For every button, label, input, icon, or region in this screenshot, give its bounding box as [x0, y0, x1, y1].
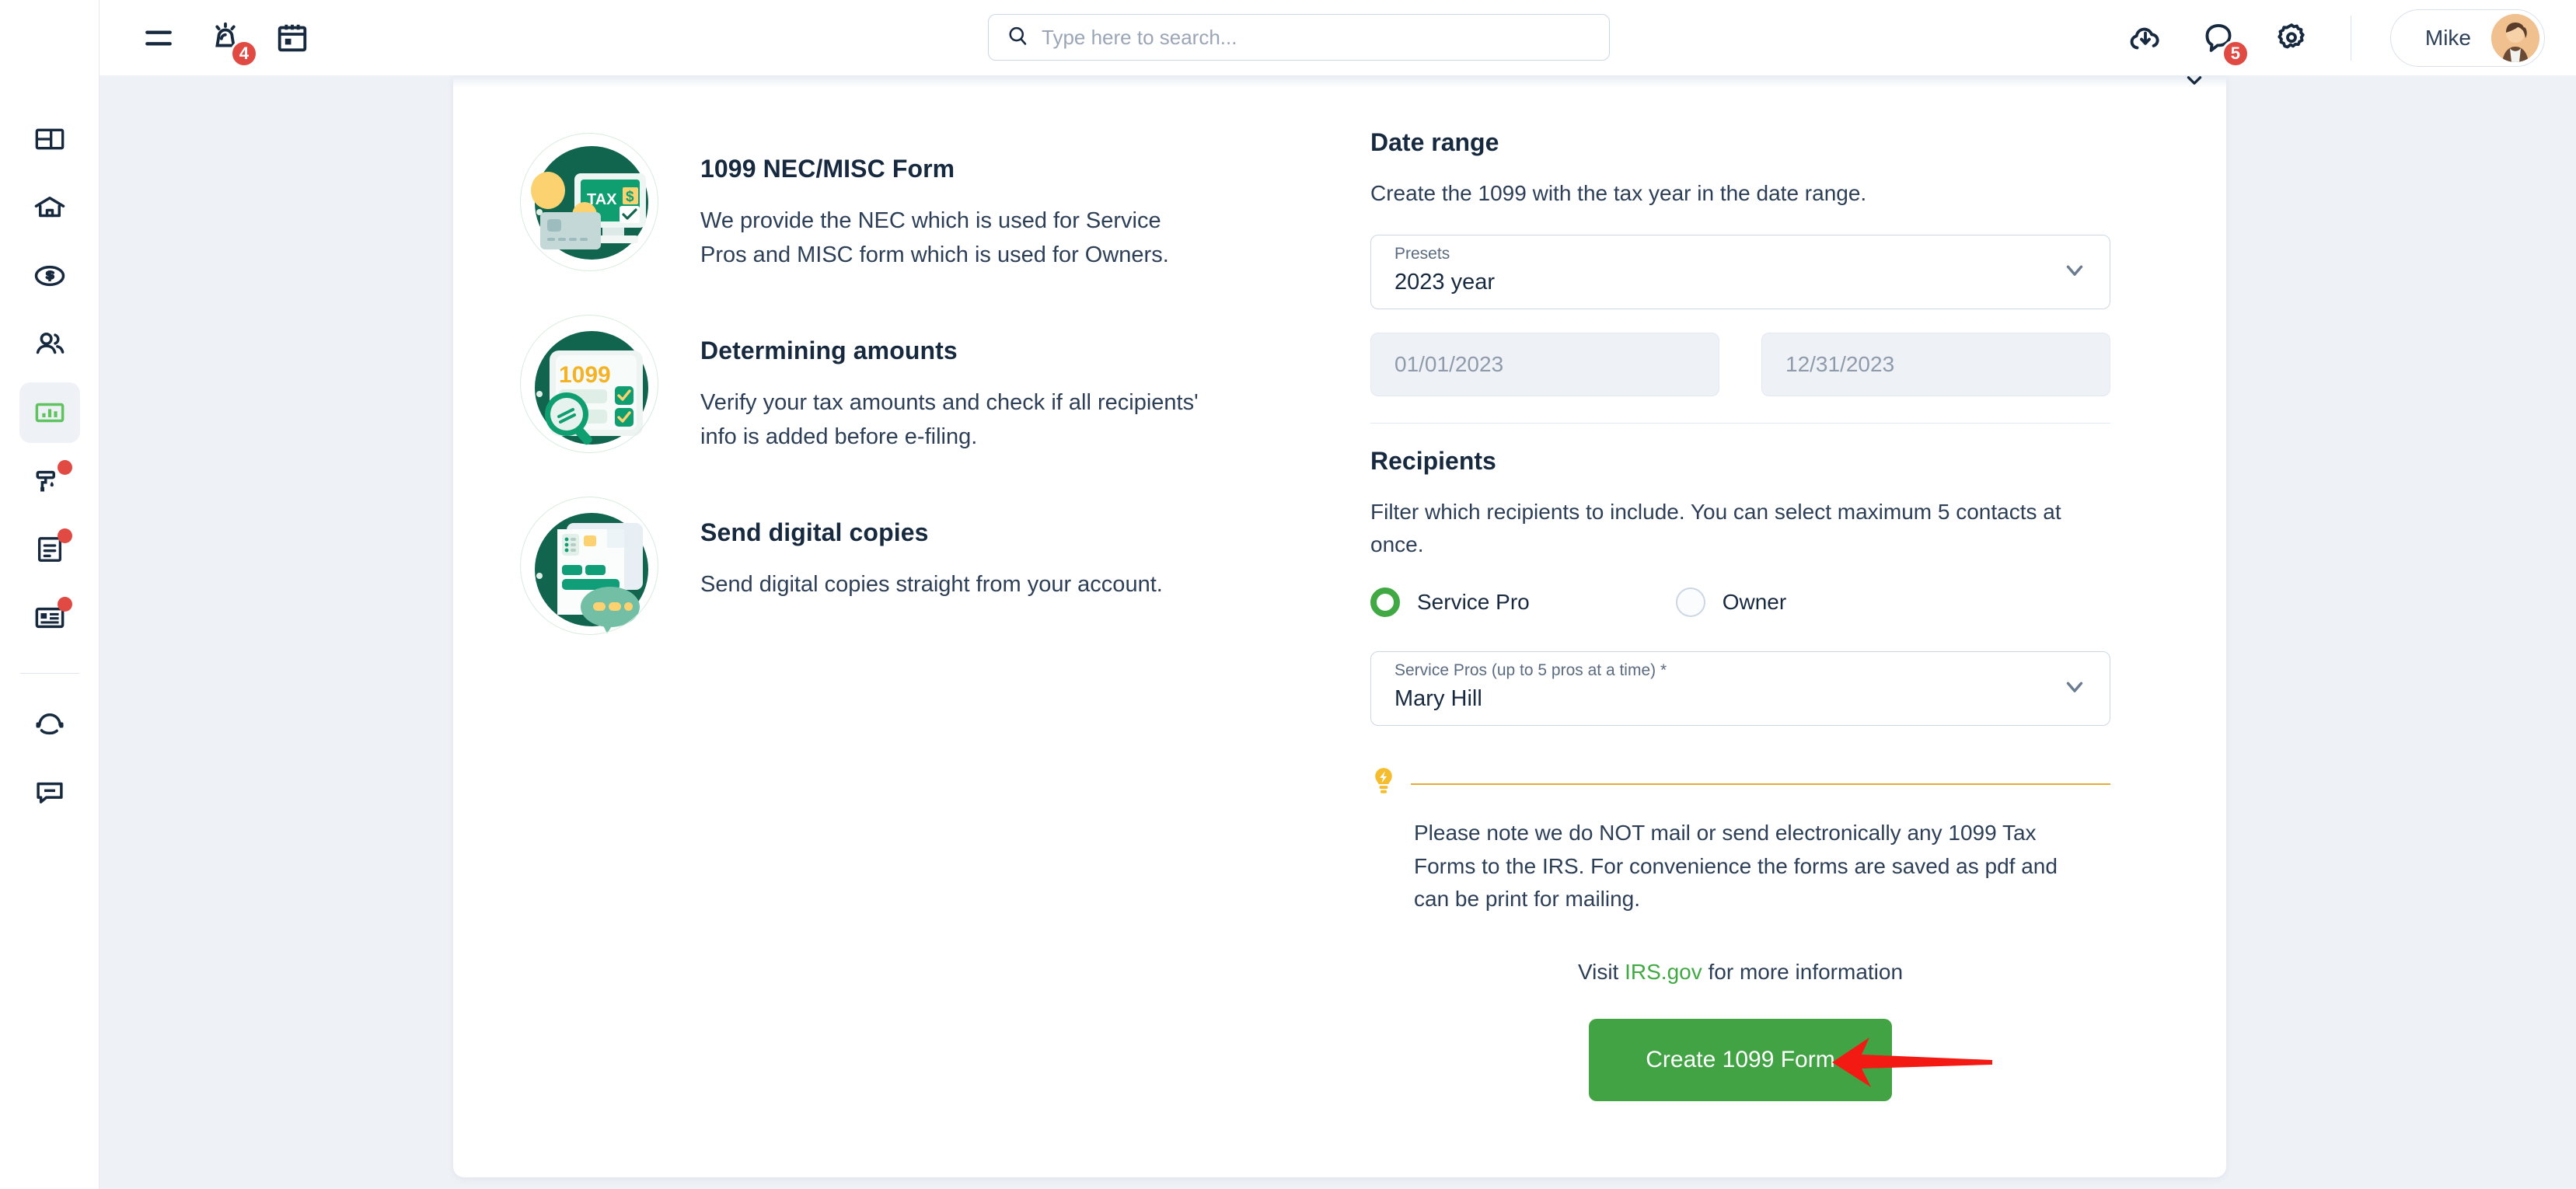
- callout-header: [1370, 766, 2110, 801]
- topbar-right-group: 5 Mike: [2125, 0, 2545, 75]
- radio-indicator-unselected: [1675, 588, 1705, 617]
- recipients-title: Recipients: [1370, 447, 1496, 475]
- alarm-badge-count: 4: [230, 39, 258, 68]
- cloud-download-icon[interactable]: [2125, 18, 2166, 58]
- notification-dot: [57, 597, 72, 612]
- date-inputs-row: 01/01/2023 12/31/2023: [1370, 333, 2148, 396]
- presets-select[interactable]: Presets 2023 year: [1370, 235, 2110, 309]
- radio-service-pro[interactable]: Service Pro: [1370, 588, 1530, 617]
- calendar-icon[interactable]: [272, 18, 312, 58]
- info-callout: Please note we do NOT mail or send elect…: [1370, 766, 2110, 916]
- chat-badge-count: 5: [2221, 39, 2250, 68]
- recipients-section: Recipients Filter which recipients to in…: [1370, 447, 2148, 726]
- avatar: [2491, 13, 2539, 62]
- feature-title: 1099 NEC/MISC Form: [700, 155, 955, 183]
- bar-chart-icon: [33, 396, 66, 429]
- feature-title: Determining amounts: [700, 336, 958, 364]
- feature-item: 1099 Determining amounts Verify your tax…: [515, 310, 1339, 458]
- headset-icon: [33, 708, 66, 741]
- app-root: 4 Type here to search... 5 Mike TAX $ 10…: [0, 0, 2576, 1189]
- card-body: TAX $ 1099 NEC/MISC Form We provide the …: [453, 88, 2226, 1101]
- topbar: 4 Type here to search... 5 Mike: [99, 0, 2576, 75]
- notification-dot: [57, 528, 72, 543]
- search-input[interactable]: [1042, 25, 1561, 50]
- service-pros-select[interactable]: Service Pros (up to 5 pros at a time) * …: [1370, 651, 2110, 726]
- callout-text: Please note we do NOT mail or send elect…: [1414, 821, 2058, 912]
- sidebar-item-documents[interactable]: [19, 519, 80, 580]
- section-divider: [1370, 423, 2110, 424]
- dashboard-layout-icon: [34, 124, 65, 155]
- feature-item: Send digital copies Send digital copies …: [515, 492, 1339, 640]
- message-icon: [33, 776, 66, 809]
- sidebar-item-maintenance[interactable]: [19, 451, 80, 511]
- feature-text: Send digital copies Send digital copies …: [700, 492, 1163, 601]
- topbar-left-group: 4: [99, 18, 312, 68]
- tax-monitor-card-illustration: TAX $: [515, 128, 663, 276]
- sidebar-item-messages[interactable]: [19, 762, 80, 823]
- sidebar-item-accounting[interactable]: [19, 246, 80, 306]
- user-menu[interactable]: Mike: [2389, 9, 2545, 67]
- feature-text: Determining amounts Verify your tax amou…: [700, 310, 1213, 454]
- tax-form-card: TAX $ 1099 NEC/MISC Form We provide the …: [453, 75, 2226, 1177]
- feature-description: Send digital copies straight from your a…: [700, 572, 1163, 597]
- home-icon: [33, 191, 66, 224]
- sidebar-item-reports[interactable]: [19, 382, 80, 443]
- end-date-input[interactable]: 12/31/2023: [1761, 333, 2110, 396]
- user-name: Mike: [2424, 25, 2471, 50]
- radio-label: Owner: [1722, 590, 1787, 614]
- visit-suffix: for more information: [1702, 959, 1904, 984]
- sidebar-item-contacts[interactable]: [19, 588, 80, 648]
- hamburger-menu-icon[interactable]: [138, 18, 179, 58]
- date-range-description: Create the 1099 with the tax year in the…: [1370, 181, 1867, 205]
- sidebar-item-support[interactable]: [19, 694, 80, 755]
- sidebar-item-properties[interactable]: [19, 177, 80, 238]
- main-stage: TAX $ 1099 NEC/MISC Form We provide the …: [99, 75, 2576, 1189]
- chat-bubble-icon[interactable]: 5: [2198, 18, 2250, 68]
- radio-owner[interactable]: Owner: [1675, 588, 1787, 617]
- 1099-magnifier-illustration: 1099: [515, 310, 663, 458]
- irs-info-line: Visit IRS.gov for more information: [1370, 960, 2110, 985]
- service-pros-value: Mary Hill: [1394, 686, 1482, 712]
- red-arrow-annotation: [1827, 1031, 1998, 1097]
- irs-gov-link[interactable]: IRS.gov: [1625, 960, 1702, 984]
- feature-title: Send digital copies: [700, 518, 929, 546]
- recipient-type-radio-group: Service Pro Owner: [1370, 588, 2148, 617]
- sidebar-divider: [19, 673, 79, 674]
- dollar-coin-icon: [33, 260, 66, 292]
- date-range-title: Date range: [1370, 128, 1499, 156]
- presets-label: Presets: [1394, 245, 1450, 263]
- digital-copies-illustration: [515, 492, 663, 640]
- cta-container: Create 1099 Form: [1370, 1018, 2110, 1101]
- radio-label: Service Pro: [1417, 590, 1530, 614]
- recipients-description: Filter which recipients to include. You …: [1370, 500, 2061, 556]
- search-icon: [1006, 24, 1029, 51]
- feature-description: We provide the NEC which is used for Ser…: [700, 208, 1169, 268]
- alarm-bell-icon[interactable]: 4: [205, 18, 258, 68]
- feature-description: Verify your tax amounts and check if all…: [700, 390, 1199, 450]
- presets-value: 2023 year: [1394, 270, 1495, 295]
- sidebar-rail: [0, 0, 99, 1189]
- search-box[interactable]: [988, 14, 1610, 61]
- notification-dot: [57, 460, 72, 475]
- feature-text: 1099 NEC/MISC Form We provide the NEC wh…: [700, 128, 1213, 272]
- search-container: [988, 14, 1610, 61]
- sidebar-item-people[interactable]: [19, 314, 80, 375]
- sidebar-item-dashboard[interactable]: [19, 109, 80, 169]
- chevron-down-icon: [2061, 674, 2088, 704]
- chevron-down-icon: [2061, 257, 2088, 288]
- callout-rule: [1411, 783, 2110, 785]
- form-column: Date range Create the 1099 with the tax …: [1370, 88, 2148, 1101]
- start-date-input[interactable]: 01/01/2023: [1370, 333, 1719, 396]
- feature-item: TAX $ 1099 NEC/MISC Form We provide the …: [515, 128, 1339, 276]
- radio-indicator-selected: [1370, 588, 1400, 617]
- users-icon: [33, 328, 66, 361]
- service-pros-label: Service Pros (up to 5 pros at a time) *: [1394, 661, 1667, 679]
- card-scroll-shadow: [453, 75, 2226, 88]
- lightbulb-icon: [1370, 766, 1397, 801]
- features-column: TAX $ 1099 NEC/MISC Form We provide the …: [453, 88, 1370, 1101]
- visit-prefix: Visit: [1577, 959, 1625, 984]
- gear-icon[interactable]: [2271, 18, 2312, 58]
